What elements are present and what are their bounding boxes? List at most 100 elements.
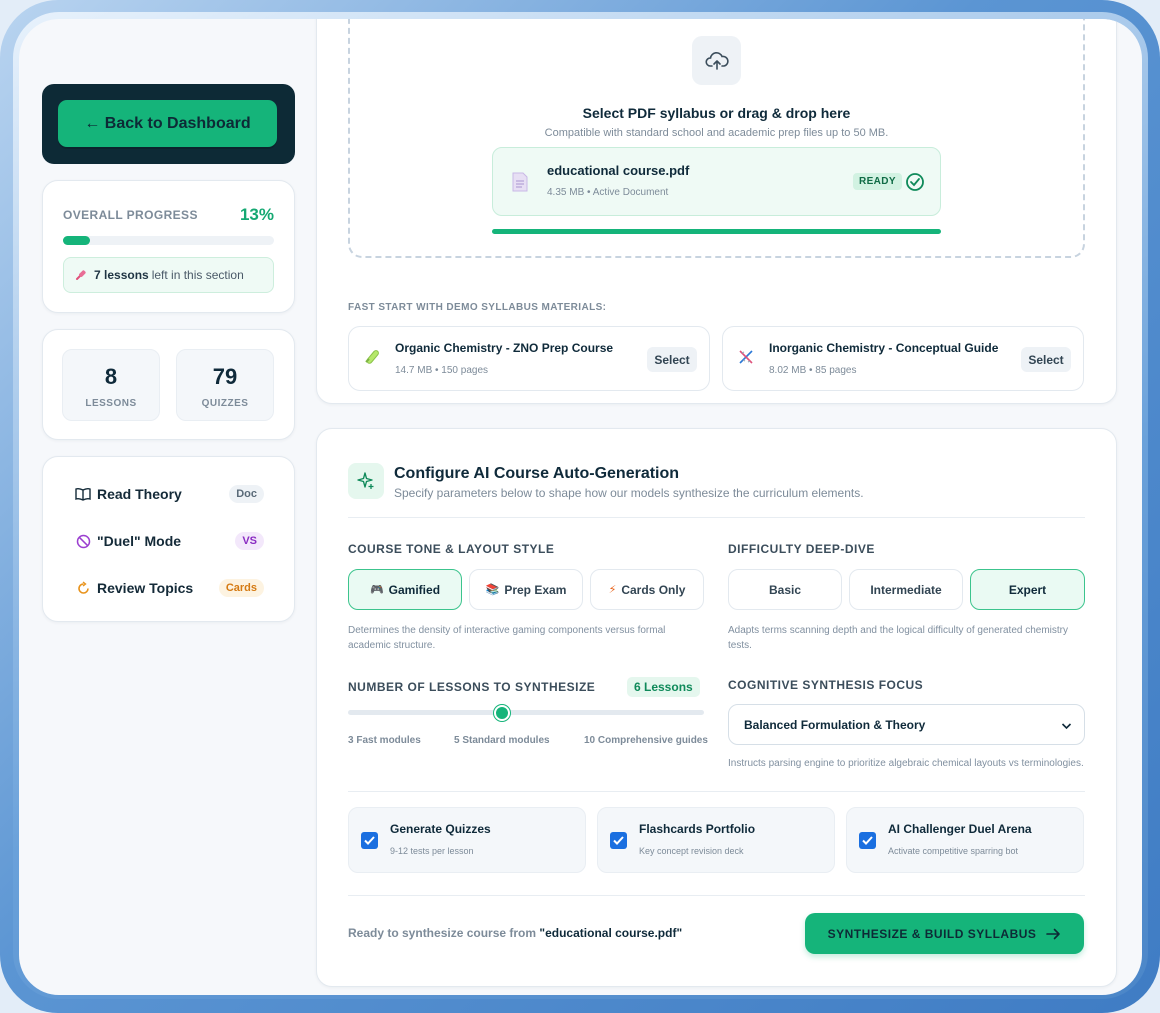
demo-meta: 14.7 MB • 150 pages xyxy=(395,365,489,376)
ready-summary: Ready to synthesize course from "educati… xyxy=(348,926,682,940)
feature-flashcards[interactable]: Flashcards Portfolio Key concept revisio… xyxy=(597,807,835,873)
option-label: Prep Exam xyxy=(504,582,567,597)
feature-subtitle: Key concept revision deck xyxy=(639,846,744,856)
demo-inorganic-chemistry[interactable]: Inorganic Chemistry - Conceptual Guide 8… xyxy=(722,326,1084,391)
difficulty-expert[interactable]: Expert xyxy=(970,569,1085,610)
feature-subtitle: Activate competitive sparring bot xyxy=(888,846,1019,856)
check-circle-icon xyxy=(905,172,925,197)
pdf-dropzone[interactable]: Select PDF syllabus or drag & drop here … xyxy=(348,19,1085,258)
checkbox[interactable] xyxy=(361,832,378,849)
arrow-right-icon xyxy=(1046,928,1061,939)
select-button[interactable]: Select xyxy=(647,347,697,372)
checkbox[interactable] xyxy=(610,832,627,849)
synthesize-label: SYNTHESIZE & BUILD SYLLABUS xyxy=(827,926,1037,941)
option-label: Gamified xyxy=(388,582,441,597)
stats-card: 8 LESSONS 79 QUIZZES xyxy=(42,329,295,440)
back-container: ← Back to Dashboard xyxy=(42,84,295,164)
chevron-down-icon xyxy=(1061,719,1072,733)
difficulty-label: DIFFICULTY DEEP-DIVE xyxy=(728,542,875,556)
tone-prep-exam[interactable]: 📚 Prep Exam xyxy=(469,569,583,610)
quizzes-count: 79 xyxy=(212,364,238,389)
focus-label: COGNITIVE SYNTHESIS FOCUS xyxy=(728,678,924,692)
difficulty-intermediate[interactable]: Intermediate xyxy=(849,569,963,610)
config-title: Configure AI Course Auto-Generation xyxy=(394,465,680,482)
demo-title: Organic Chemistry - ZNO Prep Course xyxy=(395,341,614,355)
progress-label: OVERALL PROGRESS xyxy=(63,208,198,222)
divider xyxy=(348,895,1085,896)
feature-title: AI Challenger Duel Arena xyxy=(888,822,1032,836)
dna-icon xyxy=(737,348,755,371)
synthesize-button[interactable]: SYNTHESIZE & BUILD SYLLABUS xyxy=(805,913,1084,954)
divider xyxy=(348,791,1085,792)
slider-tick-mid: 5 Standard modules xyxy=(454,735,550,746)
dropzone-subtitle: Compatible with standard school and acad… xyxy=(544,127,889,139)
lessons-slider-handle[interactable] xyxy=(494,705,510,721)
document-icon xyxy=(511,172,529,197)
tone-label: COURSE TONE & LAYOUT STYLE xyxy=(348,542,555,556)
mode-label: Review Topics xyxy=(97,580,194,596)
modes-card: Read Theory Doc "Duel" Mode VS Review To… xyxy=(42,456,295,622)
tone-gamified[interactable]: 🎮 Gamified xyxy=(348,569,462,610)
mode-badge: VS xyxy=(235,532,264,550)
mode-duel[interactable]: "Duel" Mode VS xyxy=(74,529,264,553)
uploaded-file: educational course.pdf 4.35 MB • Active … xyxy=(492,147,941,216)
lessons-count-badge: 6 Lessons xyxy=(627,677,700,697)
test-tube-icon xyxy=(363,348,381,371)
config-card: Configure AI Course Auto-Generation Spec… xyxy=(316,428,1117,987)
lessons-slider-track[interactable] xyxy=(348,710,704,715)
lessons-stat: 8 LESSONS xyxy=(62,349,160,421)
demo-meta: 8.02 MB • 85 pages xyxy=(769,365,857,376)
pin-icon xyxy=(76,270,86,280)
lessons-stat-label: LESSONS xyxy=(85,398,137,409)
dropzone-title: Select PDF syllabus or drag & drop here xyxy=(582,105,851,121)
demo-materials-label: FAST START WITH DEMO SYLLABUS MATERIALS: xyxy=(348,302,607,313)
tone-cards-only[interactable]: ⚡ Cards Only xyxy=(590,569,704,610)
difficulty-basic[interactable]: Basic xyxy=(728,569,842,610)
focus-select-value: Balanced Formulation & Theory xyxy=(744,717,926,732)
mode-review-topics[interactable]: Review Topics Cards xyxy=(74,576,264,600)
upload-cloud-icon xyxy=(692,36,741,85)
lessons-left-text: left in this section xyxy=(151,268,244,282)
mode-badge: Doc xyxy=(229,485,264,503)
demo-organic-chemistry[interactable]: Organic Chemistry - ZNO Prep Course 14.7… xyxy=(348,326,710,391)
progress-bar-fill xyxy=(63,236,91,245)
lessons-left-count: 7 lessons xyxy=(94,268,149,282)
lessons-count: 8 xyxy=(104,364,118,389)
mode-label: "Duel" Mode xyxy=(97,533,182,549)
upload-card: Select PDF syllabus or drag & drop here … xyxy=(316,19,1117,404)
divider xyxy=(348,517,1085,518)
focus-select[interactable]: Balanced Formulation & Theory xyxy=(728,704,1085,745)
ban-icon xyxy=(74,532,92,550)
select-button[interactable]: Select xyxy=(1021,347,1071,372)
lightning-icon: ⚡ xyxy=(608,584,617,596)
ready-prefix: Ready to synthesize course from xyxy=(348,926,537,940)
slider-tick-max: 10 Comprehensive guides xyxy=(584,735,708,746)
sparkle-icon xyxy=(348,463,384,499)
focus-help: Instructs parsing engine to prioritize a… xyxy=(728,758,1084,769)
option-label: Cards Only xyxy=(621,582,686,597)
config-subtitle: Specify parameters below to shape how ou… xyxy=(394,486,864,500)
mode-label: Read Theory xyxy=(97,486,182,502)
upload-progress-bar xyxy=(492,229,941,234)
back-to-dashboard-button[interactable]: ← Back to Dashboard xyxy=(58,100,277,147)
ready-file: "educational course.pdf" xyxy=(539,926,683,940)
feature-duel-arena[interactable]: AI Challenger Duel Arena Activate compet… xyxy=(846,807,1084,873)
books-icon: 📚 xyxy=(485,584,500,596)
progress-bar xyxy=(63,236,274,245)
lessons-count-label: NUMBER OF LESSONS TO SYNTHESIZE xyxy=(348,680,596,694)
file-meta: 4.35 MB • Active Document xyxy=(547,187,669,198)
quizzes-stat-label: QUIZZES xyxy=(201,398,249,409)
feature-generate-quizzes[interactable]: Generate Quizzes 9-12 tests per lesson xyxy=(348,807,586,873)
progress-percent: 13% xyxy=(239,205,274,224)
demo-title: Inorganic Chemistry - Conceptual Guide xyxy=(769,341,999,355)
lessons-left-note: 7 lessons left in this section xyxy=(63,257,274,293)
checkbox[interactable] xyxy=(859,832,876,849)
quizzes-stat: 79 QUIZZES xyxy=(176,349,274,421)
tone-help: Determines the density of interactive ga… xyxy=(348,625,666,651)
feature-title: Flashcards Portfolio xyxy=(639,822,756,836)
mode-read-theory[interactable]: Read Theory Doc xyxy=(74,482,264,506)
refresh-icon xyxy=(74,579,92,597)
app-screen: ← Back to Dashboard OVERALL PROGRESS 13%… xyxy=(19,19,1142,995)
gamepad-icon: 🎮 xyxy=(369,584,384,596)
feature-subtitle: 9-12 tests per lesson xyxy=(390,846,474,856)
